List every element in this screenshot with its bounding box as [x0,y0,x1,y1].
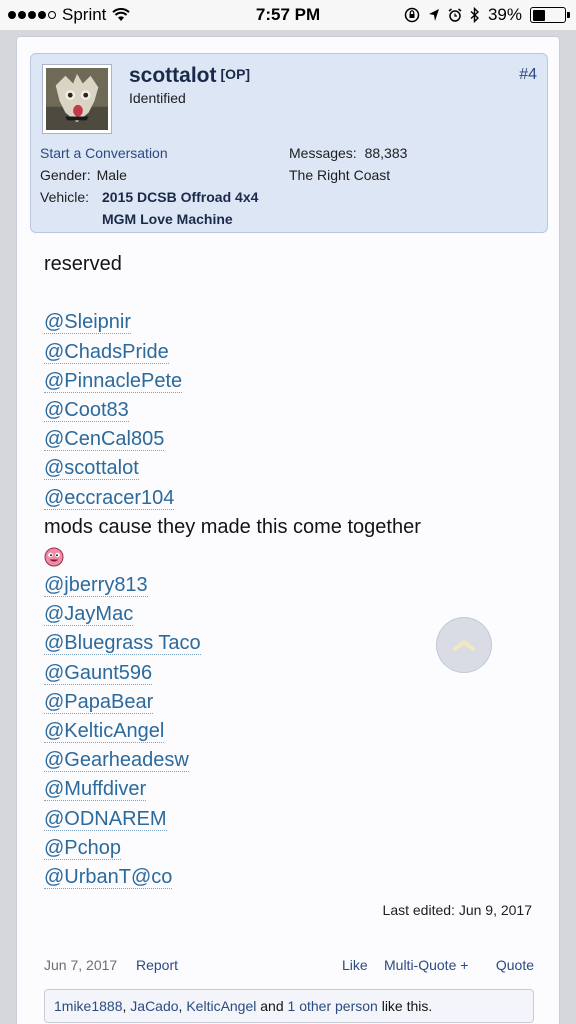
username[interactable]: scottalot [OP] [129,64,250,88]
mods-text: mods cause they made this come together [44,515,421,538]
mention-link[interactable]: @JayMac [44,603,134,627]
mention-link[interactable]: @UrbanT@co [44,865,173,889]
mention-line: @Muffdiver [44,775,544,804]
mention-link[interactable]: @Pchop [44,836,122,860]
location: The Right Coast [289,167,391,183]
alarm-icon [448,8,462,22]
mention-link[interactable]: @ODNAREM [44,807,167,831]
mention-line: @scottalot [44,454,544,483]
battery-percent: 39% [487,5,522,24]
status-bar: Sprint 7:57 PM 39% [0,0,576,30]
likes-and: and [256,998,288,1014]
gender-value: Male [96,167,127,183]
mention-line: @PinnaclePete [44,367,544,396]
mention-link[interactable]: @CenCal805 [44,428,165,452]
mention-link[interactable]: @jberry813 [44,574,148,598]
mention-link[interactable]: @Sleipnir [44,311,132,335]
multi-quote-button[interactable]: Multi-Quote + [384,957,468,973]
likes-suffix: like this. [377,998,433,1014]
chevron-up-icon [453,640,475,651]
quote-button[interactable]: Quote [496,957,534,973]
mention-link[interactable]: @eccracer104 [44,486,175,510]
mention-link[interactable]: @Gearheadesw [44,749,189,773]
gender-row: Gender: Male [40,167,127,183]
vehicle-value-line1[interactable]: 2015 DCSB Offroad 4x4 [102,186,302,208]
messages-value: 88,383 [364,145,408,161]
like-button[interactable]: Like [342,957,368,973]
mention-link[interactable]: @Gaunt596 [44,661,153,685]
body-intro: reserved [44,253,122,275]
mention-link[interactable]: @KelticAngel [44,720,165,743]
mention-line: @Sleipnir [44,308,544,337]
mention-link[interactable]: @Bluegrass Taco [44,632,201,656]
likes-summary: 1mike1888, JaCado, KelticAngel and 1 oth… [44,989,534,1023]
mention-line: @KelticAngel [44,717,544,746]
messages-row: Messages: 88,383 [289,145,407,161]
user-title: Identified [129,90,186,106]
forum-post: scottalot [OP] Identified #4 Start a Conv… [16,36,560,1024]
vehicle-label: Vehicle: [40,189,90,205]
mention-line: @ODNAREM [44,805,544,834]
mention-link[interactable]: @scottalot [44,457,139,481]
mention-link[interactable]: @PapaBear [44,690,154,714]
op-badge: [OP] [220,66,251,82]
vehicle-value[interactable]: 2015 DCSB Offroad 4x4 MGM Love Machine [102,186,302,230]
like-others-link[interactable]: 1 other person [288,998,378,1014]
mention-line: @UrbanT@co [44,863,544,892]
mention-line: @jberry813 [44,571,544,600]
avatar[interactable] [42,64,112,134]
start-conversation-link[interactable]: Start a Conversation [40,145,168,161]
rotation-lock-icon [404,7,420,23]
location-arrow-icon [428,9,439,21]
mention-line: @Pchop [44,834,544,863]
message-body: reserved @Sleipnir @ChadsPride @PinnaclePe… [44,250,544,892]
user-info-box: scottalot [OP] Identified #4 Start a Conv… [30,53,548,233]
last-edited: Last edited: Jun 9, 2017 [382,902,532,918]
post-date[interactable]: Jun 7, 2017 [44,957,117,973]
like-user-3[interactable]: KelticAngel [186,998,256,1014]
mention-line: @PapaBear [44,688,544,717]
avatar-image [46,68,108,130]
like-user-1[interactable]: 1mike1888 [54,998,123,1014]
mentions-group-1: @Sleipnir @ChadsPride @PinnaclePete @Coot83… [44,308,544,512]
vehicle-value-line2[interactable]: MGM Love Machine [102,208,302,230]
like-user-2[interactable]: JaCado [130,998,178,1014]
post-number-link[interactable]: #4 [519,66,537,84]
mention-link[interactable]: @PinnaclePete [44,369,183,393]
status-icons: 39% [404,5,570,25]
username-text[interactable]: scottalot [129,64,217,87]
gender-label: Gender: [40,167,91,183]
mention-line: @ChadsPride [44,338,544,367]
bluetooth-icon [470,7,479,23]
report-link[interactable]: Report [136,957,178,973]
smiley-emoji-icon [44,547,64,567]
mention-line: @CenCal805 [44,425,544,454]
battery-icon [530,7,570,23]
post-footer: Jun 7, 2017 Report Like Multi-Quote + Qu… [44,957,534,979]
mention-line: @Gearheadesw [44,746,544,775]
messages-label: Messages: [289,145,357,161]
mention-line: @Coot83 [44,396,544,425]
mention-link[interactable]: @Muffdiver [44,778,147,802]
smiley-line [44,542,544,571]
mention-link[interactable]: @ChadsPride [44,340,169,364]
mention-line: @eccracer104 [44,484,544,513]
scroll-to-top-button[interactable] [436,617,492,673]
mention-link[interactable]: @Coot83 [44,398,129,422]
